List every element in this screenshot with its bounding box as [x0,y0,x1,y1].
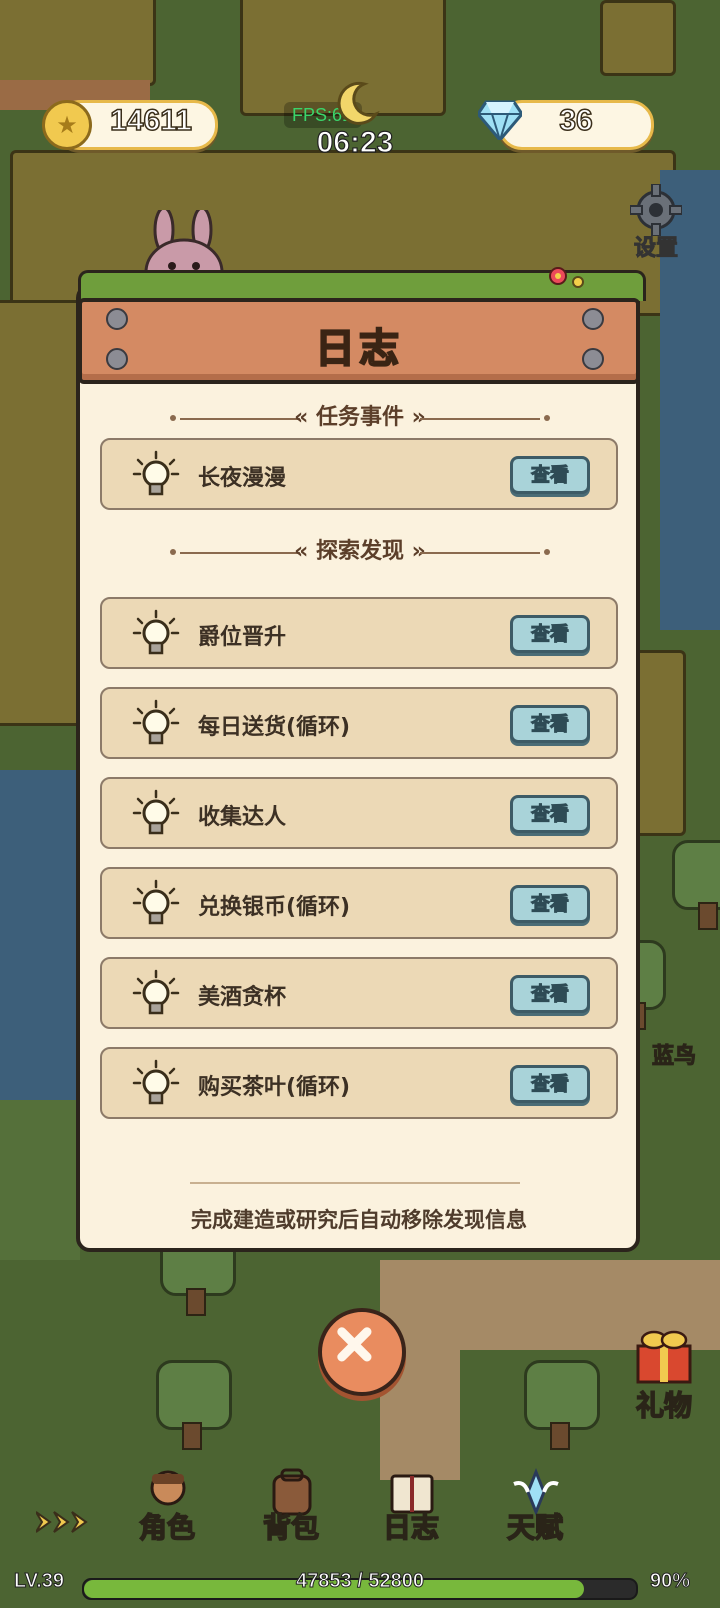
diamond-icon [478,100,522,140]
lightbulb-icon [132,699,180,745]
section-title-discover: 探索发现 [315,539,404,564]
settings-label: 设置 [633,236,678,262]
dialog-title: 日志 [314,325,403,373]
settings-button[interactable]: 设置 [626,184,686,264]
discover-row: 兑换银币(循环) 查看 [100,867,618,939]
nav-label: 角色 [138,1510,196,1545]
close-button[interactable] [318,1308,406,1396]
close-icon [337,1327,372,1362]
npc-label[interactable]: 蓝鸟 [651,1038,696,1070]
footer-divider [190,1182,520,1184]
nav-character[interactable]: 角色 [112,1466,222,1546]
discover-row: 每日送货(循环) 查看 [100,687,618,759]
view-button[interactable]: 查看 [510,456,590,494]
xp-percent: 90% [649,1570,691,1593]
moon-icon [337,81,380,125]
view-button[interactable]: 查看 [510,615,590,653]
expand-arrows-icon[interactable] [36,1510,92,1534]
section-title-tasks: 任务事件 [315,405,404,430]
lightbulb-icon [132,969,180,1015]
task-name: 长夜漫漫 [198,466,287,491]
discover-row: 收集达人 查看 [100,777,618,849]
nav-talent[interactable]: 天赋 [480,1466,590,1546]
footer-note: 完成建造或研究后自动移除发现信息 [191,1208,527,1232]
nav-journal[interactable]: 日志 [356,1466,466,1546]
task-row: 长夜漫漫 查看 [100,438,618,510]
discover-name: 爵位晋升 [198,625,287,650]
view-button[interactable]: 查看 [510,795,590,833]
discover-row: 美酒贪杯 查看 [100,957,618,1029]
discover-name: 收集达人 [198,805,287,830]
discover-name: 购买茶叶(循环) [198,1075,351,1100]
game-clock: 06:23 [316,125,394,159]
nav-label: 背包 [262,1510,320,1545]
view-button[interactable]: 查看 [510,885,590,923]
flower-icon [549,267,584,288]
lightbulb-icon [132,609,180,655]
lightbulb-icon [132,450,180,496]
coin-icon: ★ [42,100,92,150]
player-level: LV.39 [13,1570,65,1593]
gift-button[interactable]: 礼物 [624,1326,704,1423]
discover-row: 爵位晋升 查看 [100,597,618,669]
view-button[interactable]: 查看 [510,1065,590,1103]
gift-label: 礼物 [635,1388,693,1423]
nav-label: 天赋 [506,1510,564,1545]
discover-name: 每日送货(循环) [198,715,351,740]
lightbulb-icon [132,1059,180,1105]
section-header-tasks: « 任务事件 » [170,400,550,436]
view-button[interactable]: 查看 [510,975,590,1013]
dialog-header: 日志 [78,298,640,384]
discover-name: 美酒贪杯 [198,985,287,1010]
nav-backpack[interactable]: 背包 [236,1466,346,1546]
coin-amount: 14611 [109,103,192,138]
gift-icon [636,1330,692,1384]
discover-row: 购买茶叶(循环) 查看 [100,1047,618,1119]
lightbulb-icon [132,789,180,835]
gem-amount: 36 [559,103,594,138]
discover-name: 兑换银币(循环) [198,895,351,920]
view-button[interactable]: 查看 [510,705,590,743]
gear-icon [630,184,682,236]
nav-label: 日志 [382,1510,440,1545]
section-header-discover: « 探索发现 » [170,534,550,570]
xp-text: 47853 / 52800 [296,1570,425,1593]
lightbulb-icon [132,879,180,925]
